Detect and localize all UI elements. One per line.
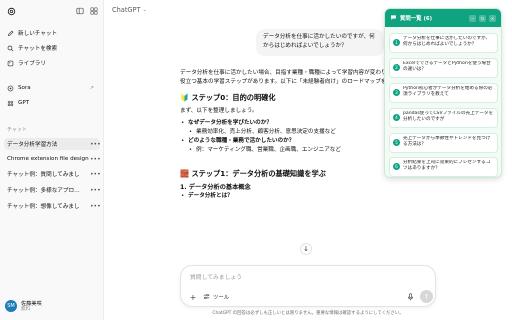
message-input[interactable]: 質問してみましょう: [190, 272, 242, 281]
openai-logo-icon[interactable]: [6, 6, 16, 16]
new-chat-label: 新しいチャット: [18, 31, 58, 37]
chat-title: チャット例：質問してみまし: [7, 172, 80, 178]
question-text: Python初心者がデータ分析を始める際の必須ライブラリを教えて: [403, 86, 493, 98]
scroll-to-bottom-button[interactable]: ↓: [300, 243, 312, 255]
arrow-down-icon: ↓: [303, 245, 309, 253]
disclaimer: ChatGPT の回答は必ずしも正しいとは限りません。重要な情報は確認するように…: [212, 311, 404, 316]
question-number: 2: [393, 64, 400, 71]
chat-options-icon[interactable]: •••: [90, 171, 100, 178]
arrow-up-icon: ↑: [423, 292, 430, 301]
library-label: ライブラリ: [18, 61, 46, 67]
message-composer[interactable]: 質問してみましょう + ツール ↑: [180, 265, 436, 307]
chat-item-0[interactable]: データ分析学習方法 •••: [4, 138, 100, 150]
microphone-icon[interactable]: [405, 292, 415, 302]
chat-bubble-icon: [390, 14, 397, 23]
list-item: データ分析とは？: [180, 192, 432, 201]
concept-item: データ分析とは？: [188, 193, 233, 199]
question-2: どのような職種・業務で活かしたいのか？: [188, 138, 295, 144]
tools-label: ツール: [213, 295, 230, 301]
tools-icon: [203, 293, 210, 302]
sidebar-top-bar: [6, 6, 98, 16]
sora-icon: [7, 85, 14, 92]
grid-view-icon[interactable]: [89, 7, 98, 16]
chat-title: チャット例：想像してみまし: [7, 204, 80, 210]
tools-button[interactable]: ツール: [203, 292, 229, 302]
external-link-icon: ↗: [89, 85, 94, 91]
refresh-icon[interactable]: ↻: [479, 14, 486, 22]
close-icon[interactable]: ×: [489, 14, 496, 22]
add-attachment-icon[interactable]: +: [188, 292, 198, 302]
user-profile[interactable]: SM 佐藤美咲 無料: [5, 300, 42, 312]
library-button[interactable]: ライブラリ: [4, 57, 100, 69]
model-selector[interactable]: ChatGPT ⌄: [112, 6, 147, 14]
chat-options-icon[interactable]: •••: [90, 203, 100, 210]
chat-title: データ分析学習方法: [7, 142, 58, 148]
chats-section-label: チャット: [7, 127, 27, 133]
chat-item-3[interactable]: チャット例：多様なアプロ… •••: [4, 184, 100, 196]
concept-list: データ分析とは？: [180, 192, 432, 201]
compose-icon: [7, 30, 14, 37]
question-item-3[interactable]: 3 Python初心者がデータ分析を始める際の必須ライブラリを教えて: [389, 83, 498, 103]
search-chats-label: チャットを検索: [18, 46, 58, 52]
chevron-down-icon: ⌄: [142, 7, 147, 13]
minimize-icon[interactable]: −: [469, 14, 476, 22]
chat-item-1[interactable]: Chrome extension file design •••: [4, 153, 100, 165]
question-item-6[interactable]: 6 分析結果を上司に効果的にプレゼンするコツはありますか？: [389, 157, 498, 177]
new-chat-button[interactable]: 新しいチャット: [4, 27, 100, 39]
question-number: 4: [393, 114, 400, 121]
gpt-label: GPT: [18, 100, 30, 106]
question-text: 分析結果を上司に効果的にプレゼンするコツはありますか？: [403, 160, 491, 172]
sora-button[interactable]: Sora ↗: [4, 82, 100, 94]
question-text: データ分析を仕事に活かしたいのですが、何からはじめればよいでしょうか？: [403, 36, 491, 48]
chat-item-4[interactable]: チャット例：想像してみまし •••: [4, 200, 100, 212]
gpt-button[interactable]: GPT: [4, 97, 100, 109]
question-item-5[interactable]: 5 売上データから季節性やトレンドを見つける方法は？: [389, 133, 498, 153]
question-panel-title: 質問一覧 (6): [400, 16, 433, 22]
user-plan: 無料: [21, 306, 31, 312]
question-number: 6: [393, 163, 400, 170]
question-1: なぜデータ分析を学びたいのか？: [188, 120, 272, 126]
question-number: 1: [393, 39, 400, 46]
user-message: データ分析を仕事に活かしたいのですが、何からはじめればよいでしょうか？: [256, 29, 384, 56]
gpt-grid-icon: [7, 100, 14, 107]
question-panel-header[interactable]: 質問一覧 (6) − ↻ ×: [385, 9, 501, 27]
library-icon: [7, 60, 14, 67]
send-button[interactable]: ↑: [420, 290, 433, 303]
chat-title: チャット例：多様なアプロ…: [7, 188, 80, 194]
sidebar: 新しいチャット チャットを検索 ライブラリ Sora ↗ GPT チャット デー…: [0, 0, 104, 320]
user-name: 佐藤美咲: [21, 300, 42, 307]
question-number: 5: [393, 139, 400, 146]
question-text: ExcelでできるデータとPythonを使う場合の違いは？: [403, 61, 491, 73]
question-item-2[interactable]: 2 ExcelでできるデータとPythonを使う場合の違いは？: [389, 58, 498, 78]
model-name: ChatGPT: [112, 6, 141, 14]
chat-options-icon[interactable]: •••: [90, 141, 100, 148]
chat-item-2[interactable]: チャット例：質問してみまし •••: [4, 168, 100, 180]
search-icon: [7, 45, 14, 52]
question-text: 売上データから季節性やトレンドを見つける方法は？: [403, 136, 491, 148]
step1-subheading: 1. データ分析の基本概念: [180, 184, 251, 191]
chat-title: Chrome extension file design: [7, 156, 89, 162]
sora-label: Sora: [18, 85, 31, 91]
sidebar-toggle-icon[interactable]: [75, 7, 84, 16]
question-item-4[interactable]: 4 pandas使ってCSVファイルの売上データを分析したいのですが: [389, 108, 498, 128]
question-item-1[interactable]: 1 データ分析を仕事に活かしたいのですが、何からはじめればよいでしょうか？: [389, 33, 498, 53]
avatar: SM: [5, 300, 17, 312]
chat-options-icon[interactable]: •••: [90, 156, 100, 163]
question-number: 3: [393, 89, 400, 96]
search-chats-button[interactable]: チャットを検索: [4, 42, 100, 54]
question-list-panel: 質問一覧 (6) − ↻ × 1 データ分析を仕事に活かしたいのですが、何からは…: [384, 8, 502, 178]
chat-options-icon[interactable]: •••: [90, 187, 100, 194]
question-text: pandas使ってCSVファイルの売上データを分析したいのですが: [403, 111, 494, 123]
